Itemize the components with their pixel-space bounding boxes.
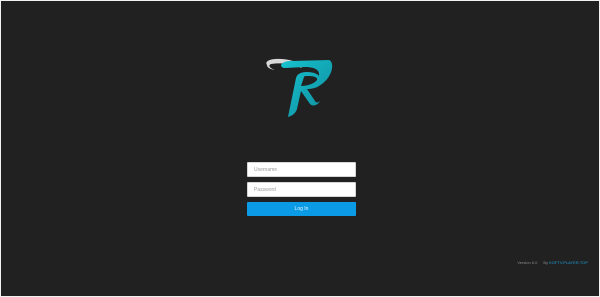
login-button[interactable]: Log In <box>247 202 356 216</box>
login-form: Log In <box>247 162 356 216</box>
credit-prefix: By <box>543 260 549 265</box>
version-label: Version 6.0 <box>517 260 538 265</box>
login-screen: Log In Version 6.0 By KOFTV.PLAYER.TOP <box>1 1 599 296</box>
footer: Version 6.0 By KOFTV.PLAYER.TOP <box>517 260 588 266</box>
brand-logo-icon <box>263 53 335 119</box>
username-input[interactable] <box>247 162 356 177</box>
password-input[interactable] <box>247 182 356 197</box>
credit-link[interactable]: KOFTV.PLAYER.TOP <box>549 260 588 265</box>
